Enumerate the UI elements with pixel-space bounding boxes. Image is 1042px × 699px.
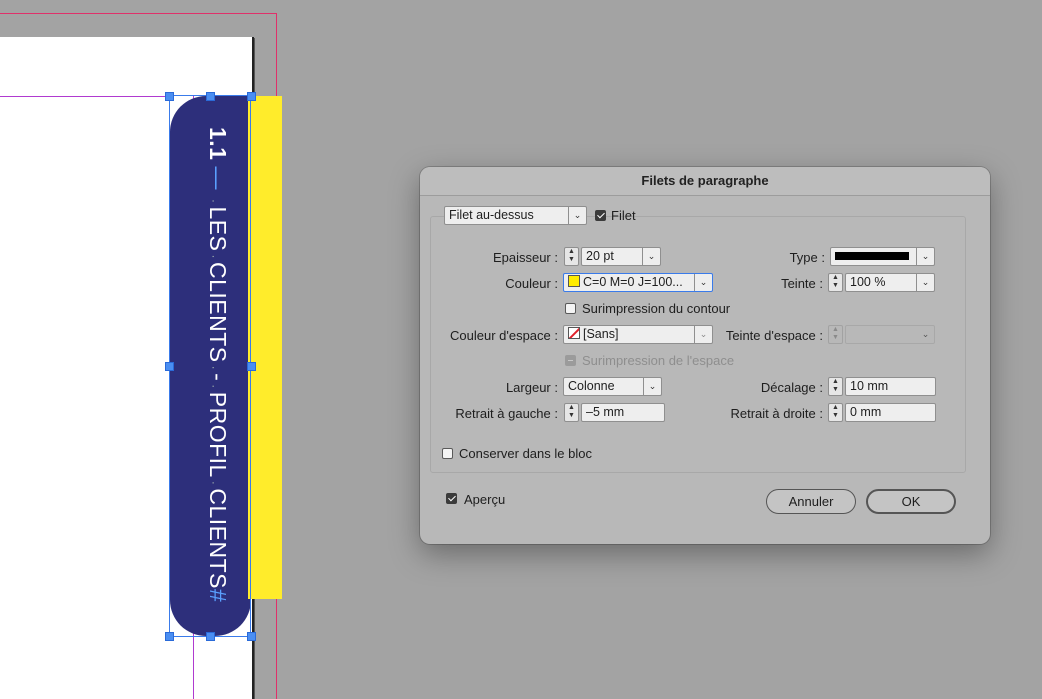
tab-hash: # (205, 589, 231, 603)
tab-dot: · (207, 480, 221, 486)
color-select[interactable]: C=0 M=0 J=100... ⌄ (563, 273, 713, 292)
selection-handle[interactable] (165, 92, 174, 101)
gap-color-select[interactable]: [Sans] ⌄ (563, 325, 713, 344)
selection-handle[interactable] (206, 92, 215, 101)
offset-stepper[interactable]: ▲ ▼ (828, 377, 843, 396)
tint-select[interactable]: 100 % ⌄ (845, 273, 935, 292)
type-label: Type : (789, 250, 825, 265)
tab-word: CLIENTS (205, 488, 231, 589)
tab-word: LES (205, 206, 231, 252)
selection-handle[interactable] (165, 632, 174, 641)
right-indent-stepper[interactable]: ▲ ▼ (828, 403, 843, 422)
overprint-stroke-checkbox[interactable] (565, 303, 576, 314)
color-value: C=0 M=0 J=100... (583, 275, 683, 289)
left-indent-label: Retrait à gauche : (455, 406, 558, 421)
paragraph-rules-dialog: Filets de paragraphe Filet au-dessus ⌄ F… (420, 167, 990, 544)
preview-checkbox[interactable] (446, 493, 457, 504)
rule-on-checkbox[interactable] (595, 210, 606, 221)
right-indent-input[interactable]: 0 mm (845, 403, 936, 422)
weight-stepper[interactable]: ▲ ▼ (564, 247, 579, 266)
solid-line-swatch (835, 252, 909, 260)
dialog-title: Filets de paragraphe (420, 167, 990, 196)
gap-color-label: Couleur d'espace : (450, 328, 558, 343)
offset-label: Décalage : (760, 380, 823, 395)
gap-tint-select[interactable]: ⌄ (845, 325, 935, 344)
tab-word: CLIENTS (205, 261, 231, 363)
chevron-down-icon: ⌄ (568, 207, 586, 224)
rule-on-label: Filet (611, 208, 636, 223)
overprint-stroke-label: Surimpression du contour (582, 301, 731, 316)
selection-handle[interactable] (206, 632, 215, 641)
tab-dash: — (205, 166, 231, 190)
preview-label: Aperçu (464, 492, 506, 507)
rule-position-select[interactable]: Filet au-dessus ⌄ (444, 206, 587, 225)
left-indent-input[interactable]: –5 mm (581, 403, 665, 422)
width-select[interactable]: Colonne ⌄ (563, 377, 662, 396)
width-value: Colonne (568, 379, 615, 393)
weight-select[interactable]: 20 pt ⌄ (581, 247, 661, 266)
chevron-down-icon: ⌄ (916, 274, 934, 291)
chapter-tab-text[interactable]: 1.1—·LES·CLIENTS·-·PROFIL·CLIENTS# (204, 127, 231, 602)
selection-handle[interactable] (247, 632, 256, 641)
chevron-down-icon: ⌄ (694, 274, 712, 291)
keep-in-frame-checkbox[interactable] (442, 448, 453, 459)
color-label: Couleur : (505, 276, 558, 291)
right-indent-label: Retrait à droite : (730, 406, 824, 421)
cancel-button[interactable]: Annuler (766, 489, 856, 514)
chevron-down-icon: ⌄ (916, 248, 934, 265)
chevron-down-icon: ⌄ (921, 329, 930, 339)
tab-dot: · (207, 254, 221, 259)
ok-button[interactable]: OK (866, 489, 956, 514)
gap-color-value: [Sans] (583, 327, 619, 341)
chevron-down-icon: ⌄ (642, 248, 660, 265)
none-swatch-icon (568, 327, 580, 339)
overprint-gap-checkbox[interactable] (565, 355, 576, 366)
tab-word: - (205, 373, 231, 382)
overprint-gap-label: Surimpression de l'espace (582, 353, 735, 368)
tab-dot: · (207, 198, 221, 204)
rule-position-value: Filet au-dessus (449, 208, 534, 222)
keep-in-frame-label: Conserver dans le bloc (459, 446, 592, 461)
tab-number: 1.1 (205, 127, 231, 161)
selection-handle[interactable] (247, 92, 256, 101)
width-label: Largeur : (505, 380, 558, 395)
yellow-rule-bar[interactable] (248, 96, 282, 599)
tint-stepper[interactable]: ▲ ▼ (828, 273, 843, 292)
tab-dot: · (207, 365, 221, 371)
offset-input[interactable]: 10 mm (845, 377, 936, 396)
type-select[interactable]: ⌄ (830, 247, 935, 266)
tab-dot: · (207, 384, 221, 389)
weight-value: 20 pt (586, 249, 614, 263)
gap-tint-label: Teinte d'espace : (725, 328, 823, 343)
gap-tint-stepper[interactable]: ▲ ▼ (828, 325, 843, 344)
tint-value: 100 % (850, 275, 886, 289)
tab-word: PROFIL (205, 391, 231, 478)
margin-guide-horizontal (0, 96, 170, 97)
selection-handle[interactable] (165, 362, 174, 371)
tint-label: Teinte : (781, 276, 823, 291)
left-indent-stepper[interactable]: ▲ ▼ (564, 403, 579, 422)
yellow-swatch-icon (568, 275, 580, 287)
weight-label: Epaisseur : (492, 250, 558, 265)
chevron-down-icon: ⌄ (643, 378, 661, 395)
bleed-guide-horizontal (0, 13, 277, 14)
selection-handle[interactable] (247, 362, 256, 371)
